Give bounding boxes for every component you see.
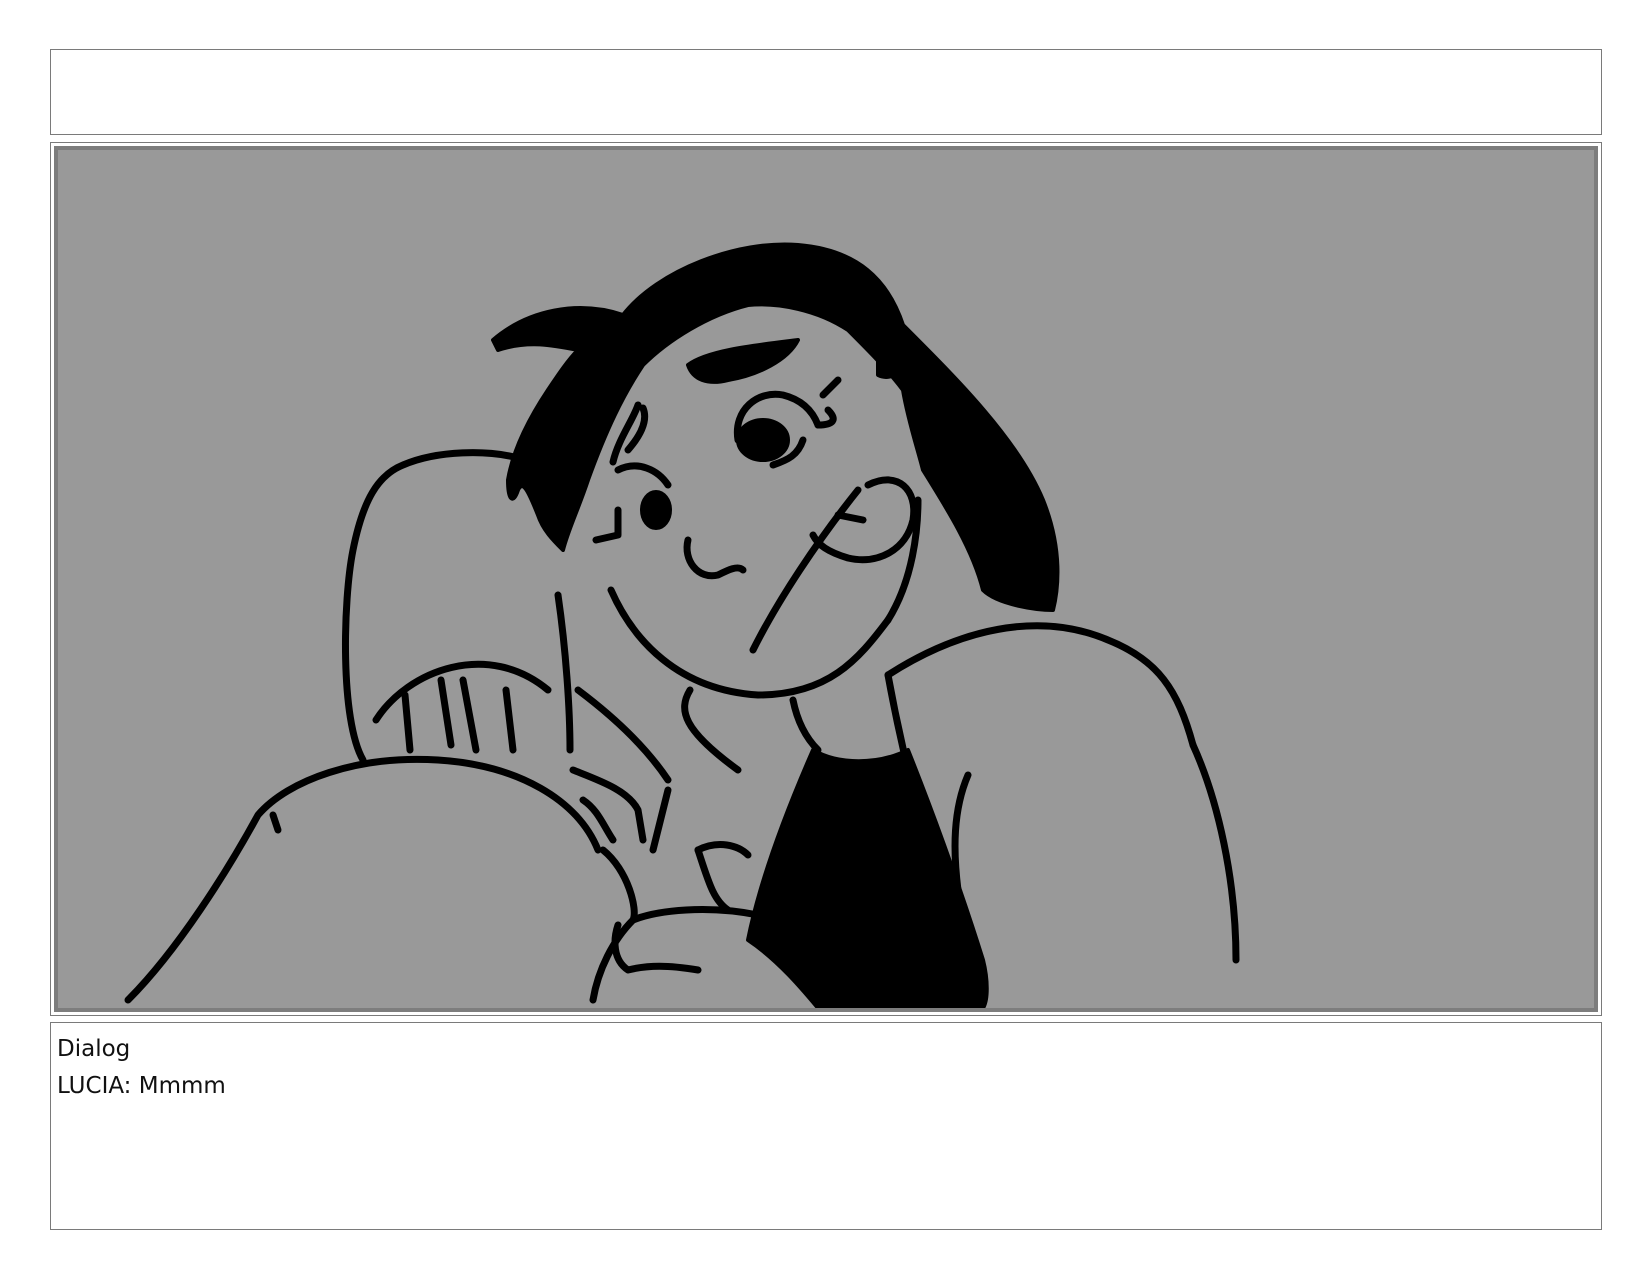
dialog-label: Dialog: [57, 1036, 131, 1062]
storyboard-panel-frame: [50, 142, 1602, 1016]
dialog-line: LUCIA: Mmmm: [57, 1073, 226, 1099]
storyboard-sketch-icon: [124, 242, 1240, 1008]
storyboard-panel: [54, 146, 1598, 1012]
header-box: [50, 49, 1602, 135]
dialog-box: Dialog LUCIA: Mmmm: [50, 1022, 1602, 1230]
